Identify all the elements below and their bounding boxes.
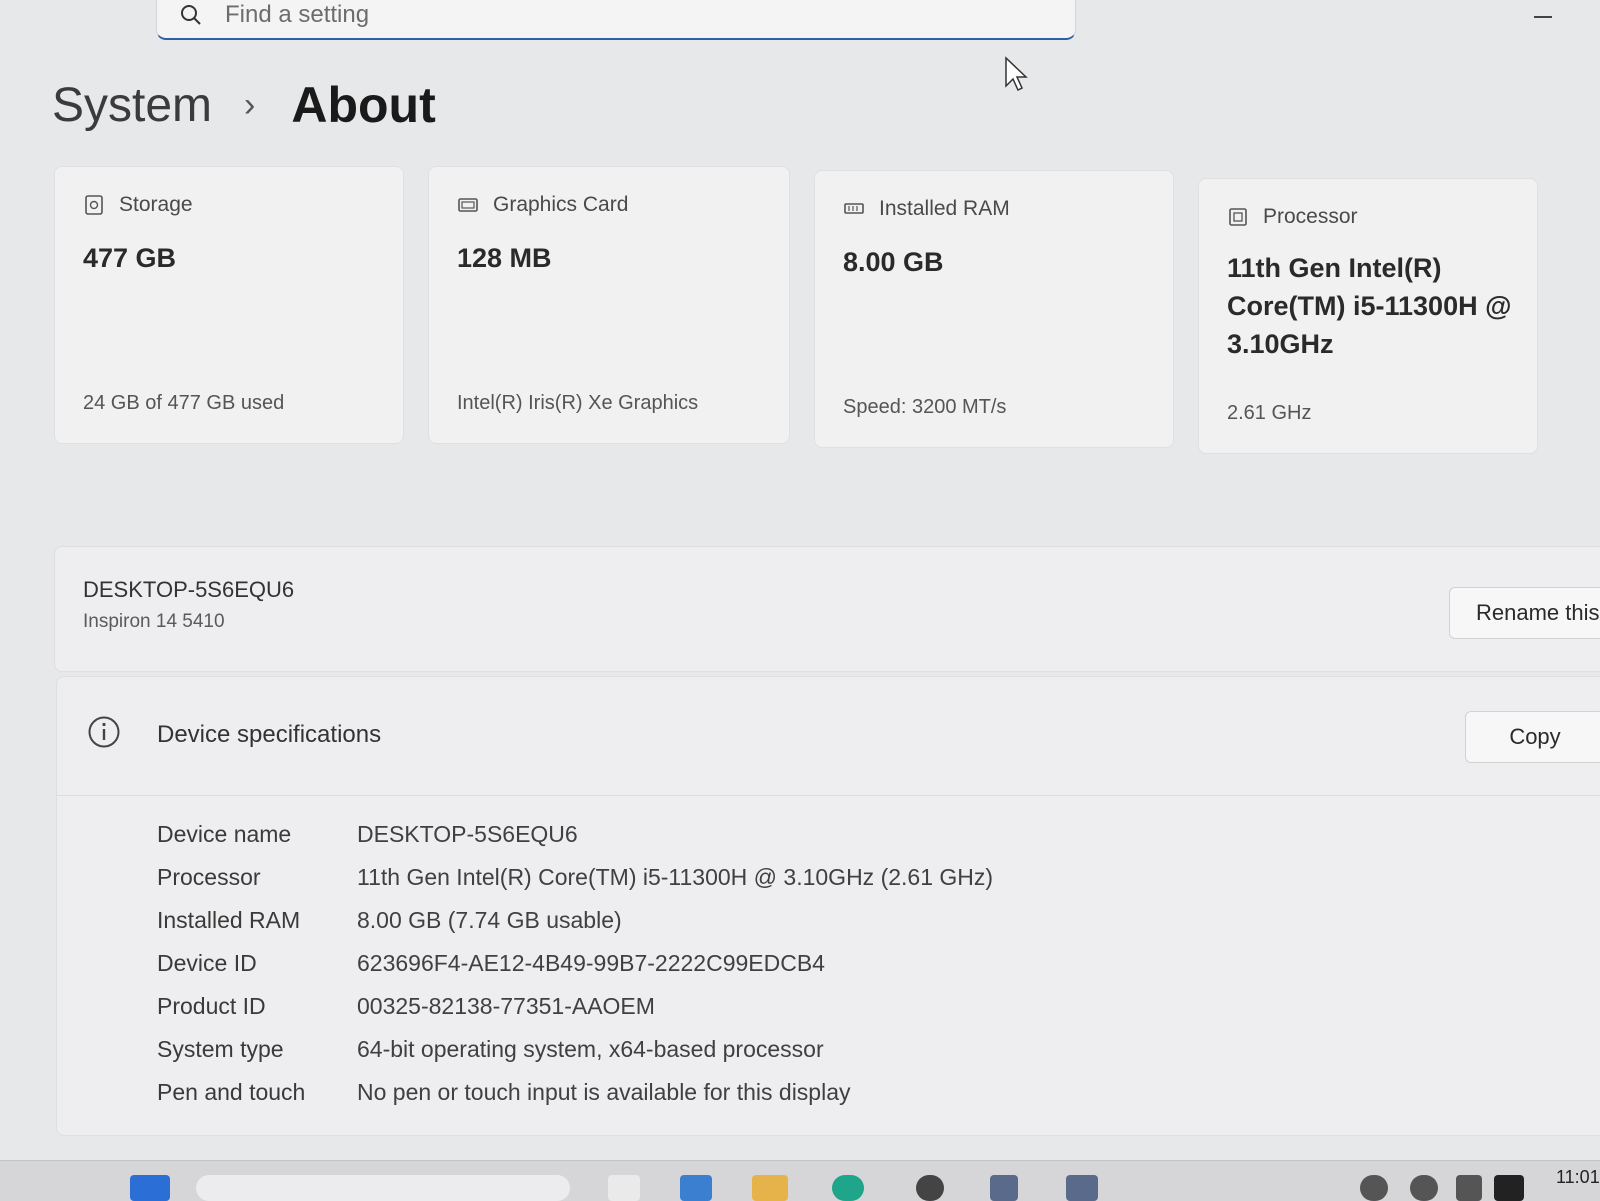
- installed-ram-card[interactable]: Installed RAM 8.00 GB Speed: 3200 MT/s: [814, 170, 1174, 448]
- spec-row: Processor 11th Gen Intel(R) Core(TM) i5-…: [157, 864, 993, 891]
- device-specifications-panel: Device specifications Copy Device name D…: [56, 676, 1600, 1136]
- installed-ram-value: 8.00 GB: [843, 247, 944, 277]
- processor-speed: 2.61 GHz: [1227, 402, 1312, 424]
- spec-row: Pen and touch No pen or touch input is a…: [157, 1079, 851, 1106]
- processor-value-line: Core(TM) i5-11300H @: [1227, 291, 1512, 321]
- spec-value: 8.00 GB (7.74 GB usable): [357, 907, 622, 933]
- processor-label: Processor: [1263, 205, 1358, 228]
- installed-ram-label: Installed RAM: [879, 197, 1010, 220]
- graphics-card-icon: [458, 198, 478, 212]
- copy-button[interactable]: Copy: [1465, 711, 1600, 763]
- info-icon: [88, 716, 120, 748]
- spec-key: Device ID: [157, 950, 257, 976]
- storage-value: 477 GB: [83, 243, 177, 273]
- spec-row: System type 64-bit operating system, x64…: [157, 1036, 824, 1063]
- storage-label: Storage: [119, 193, 193, 216]
- minimize-icon: [1534, 16, 1552, 18]
- settings-app-icon[interactable]: [1066, 1175, 1098, 1201]
- processor-value-line: 11th Gen Intel(R): [1227, 253, 1442, 283]
- spec-row: Installed RAM 8.00 GB (7.74 GB usable): [157, 907, 622, 934]
- breadcrumb: System › About: [52, 70, 436, 140]
- spec-value: 11th Gen Intel(R) Core(TM) i5-11300H @ 3…: [357, 864, 994, 890]
- network-icon[interactable]: [1360, 1175, 1388, 1201]
- edge-icon[interactable]: [680, 1175, 712, 1201]
- file-explorer-icon[interactable]: [752, 1175, 788, 1201]
- spec-value: DESKTOP-5S6EQU6: [357, 821, 578, 847]
- breadcrumb-system[interactable]: System: [52, 78, 212, 133]
- spec-row: Product ID 00325-82138-77351-AAOEM: [157, 993, 655, 1020]
- battery-icon[interactable]: [1494, 1175, 1524, 1201]
- spec-value: 64-bit operating system, x64-based proce…: [357, 1036, 824, 1062]
- spec-value: No pen or touch input is available for t…: [357, 1079, 851, 1105]
- task-view-icon[interactable]: [608, 1175, 640, 1201]
- spec-key: Product ID: [157, 993, 266, 1019]
- taskbar-search-box[interactable]: [196, 1175, 570, 1201]
- ram-icon: [844, 203, 864, 214]
- store-icon[interactable]: [832, 1175, 864, 1201]
- storage-icon: [85, 195, 103, 215]
- processor-card[interactable]: Processor 11th Gen Intel(R) Core(TM) i5-…: [1198, 178, 1538, 454]
- start-icon[interactable]: [130, 1175, 170, 1201]
- minimize-button[interactable]: [1530, 6, 1558, 26]
- graphics-card-model: Intel(R) Iris(R) Xe Graphics: [457, 392, 699, 414]
- storage-used: 24 GB of 477 GB used: [83, 392, 285, 414]
- taskbar: 11:01: [0, 1160, 1600, 1201]
- taskbar-clock[interactable]: 11:01: [1556, 1167, 1600, 1188]
- ram-speed: Speed: 3200 MT/s: [843, 396, 1007, 418]
- app-icon[interactable]: [990, 1175, 1018, 1201]
- graphics-card-value: 128 MB: [457, 243, 552, 273]
- device-model: Inspiron 14 5410: [83, 611, 225, 632]
- spec-value: 00325-82138-77351-AAOEM: [357, 993, 655, 1019]
- search-box[interactable]: [156, 0, 1076, 40]
- graphics-card-card[interactable]: Graphics Card 128 MB Intel(R) Iris(R) Xe…: [428, 166, 790, 444]
- storage-card[interactable]: Storage 477 GB 24 GB of 477 GB used: [54, 166, 404, 444]
- processor-value: 11th Gen Intel(R) Core(TM) i5-11300H @ 3…: [1227, 249, 1511, 363]
- spec-key: Processor: [157, 864, 261, 890]
- processor-icon: [1229, 208, 1247, 226]
- processor-value-line: 3.10GHz: [1227, 329, 1334, 359]
- spec-value: 623696F4-AE12-4B49-99B7-2222C99EDCB4: [357, 950, 825, 976]
- breadcrumb-separator: ›: [244, 85, 256, 124]
- rename-pc-button[interactable]: Rename this: [1449, 587, 1600, 639]
- spec-row: Device name DESKTOP-5S6EQU6: [157, 821, 578, 848]
- spec-row: Device ID 623696F4-AE12-4B49-99B7-2222C9…: [157, 950, 825, 977]
- device-name-panel: DESKTOP-5S6EQU6 Inspiron 14 5410 Rename …: [54, 546, 1600, 672]
- device-name: DESKTOP-5S6EQU6: [83, 577, 295, 602]
- device-specifications-title: Device specifications: [157, 721, 382, 748]
- wifi-icon[interactable]: [1410, 1175, 1438, 1201]
- search-input[interactable]: [223, 0, 1007, 31]
- spec-key: Installed RAM: [157, 907, 301, 933]
- app-icon[interactable]: [916, 1175, 944, 1201]
- spec-key: Device name: [157, 821, 292, 847]
- spec-key: System type: [157, 1036, 284, 1062]
- volume-icon[interactable]: [1456, 1175, 1482, 1201]
- mouse-cursor-icon: [1005, 56, 1028, 92]
- device-specifications-header[interactable]: Device specifications Copy: [57, 677, 1600, 796]
- search-icon: [181, 5, 201, 25]
- spec-key: Pen and touch: [157, 1079, 306, 1105]
- graphics-card-label: Graphics Card: [493, 193, 629, 216]
- page-title: About: [291, 77, 436, 133]
